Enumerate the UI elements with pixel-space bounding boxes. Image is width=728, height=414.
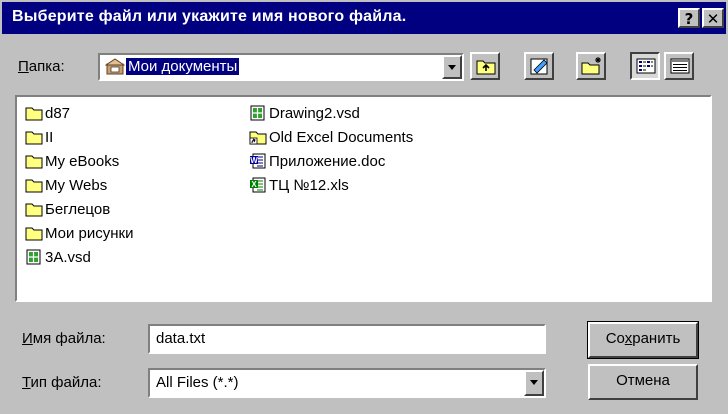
favorites-icon xyxy=(530,58,548,75)
cancel-button[interactable]: Отмена xyxy=(588,364,698,400)
filename-value: data.txt xyxy=(156,330,206,347)
svg-text:W: W xyxy=(250,156,258,165)
folder-icon xyxy=(25,179,43,193)
my-documents-icon xyxy=(105,58,125,75)
file-name: Drawing2.vsd xyxy=(269,105,360,122)
svg-text:X: X xyxy=(251,180,257,189)
file-name: 3A.vsd xyxy=(45,249,91,266)
folder-combo[interactable]: Мои документы xyxy=(98,53,464,81)
folder-icon xyxy=(25,227,43,241)
file-name: My eBooks xyxy=(45,153,120,170)
filename-input[interactable]: data.txt xyxy=(148,324,546,354)
favorites-button[interactable] xyxy=(524,52,554,80)
file-name: My Webs xyxy=(45,177,108,194)
title-bar: Выберите файл или укажите имя нового фай… xyxy=(2,2,726,34)
file-name: II xyxy=(45,129,54,146)
excel-file-icon: X xyxy=(250,177,266,193)
folder-icon xyxy=(25,155,43,169)
folder-label: Папка: xyxy=(18,58,65,75)
up-one-level-button[interactable] xyxy=(470,52,500,80)
dialog-title: Выберите файл или укажите имя нового фай… xyxy=(12,8,407,25)
save-file-dialog: Выберите файл или укажите имя нового фай… xyxy=(0,0,728,414)
folder-value: Мои документы xyxy=(126,58,240,75)
file-name: Приложение.doc xyxy=(269,153,386,170)
folder-dropdown-button[interactable] xyxy=(442,55,462,79)
save-button[interactable]: Сохранить xyxy=(587,321,699,359)
up-one-level-icon xyxy=(476,60,496,75)
shortcut-folder-icon xyxy=(249,131,267,145)
list-view-icon xyxy=(636,58,656,74)
folder-icon xyxy=(25,107,43,121)
details-view-icon xyxy=(670,58,690,74)
details-view-button[interactable] xyxy=(664,52,694,80)
list-view-button[interactable] xyxy=(630,52,660,80)
filetype-label: Тип файла: xyxy=(22,374,102,391)
visio-file-icon xyxy=(250,105,265,121)
file-name: d87 xyxy=(45,105,71,122)
filetype-select[interactable]: All Files (*.*) xyxy=(148,368,546,398)
file-name: Беглецов xyxy=(45,201,111,218)
file-name: ТЦ №12.xls xyxy=(269,177,349,194)
filetype-value: All Files (*.*) xyxy=(156,374,239,391)
filename-label: Имя файла: xyxy=(22,330,106,347)
file-list[interactable]: d87 II My eBooks My Webs Беглецов Мои ри… xyxy=(15,95,712,302)
help-button[interactable]: ? xyxy=(678,8,700,28)
folder-icon xyxy=(25,131,43,145)
filetype-dropdown-button[interactable] xyxy=(524,370,544,396)
create-new-folder-button[interactable] xyxy=(576,52,606,80)
file-name: Мои рисунки xyxy=(45,225,134,242)
word-file-icon: W xyxy=(250,153,266,169)
file-name: Old Excel Documents xyxy=(269,129,414,146)
create-new-folder-icon xyxy=(581,57,601,75)
visio-file-icon xyxy=(26,249,41,265)
folder-icon xyxy=(25,203,43,217)
close-button[interactable]: ✕ xyxy=(702,8,724,28)
